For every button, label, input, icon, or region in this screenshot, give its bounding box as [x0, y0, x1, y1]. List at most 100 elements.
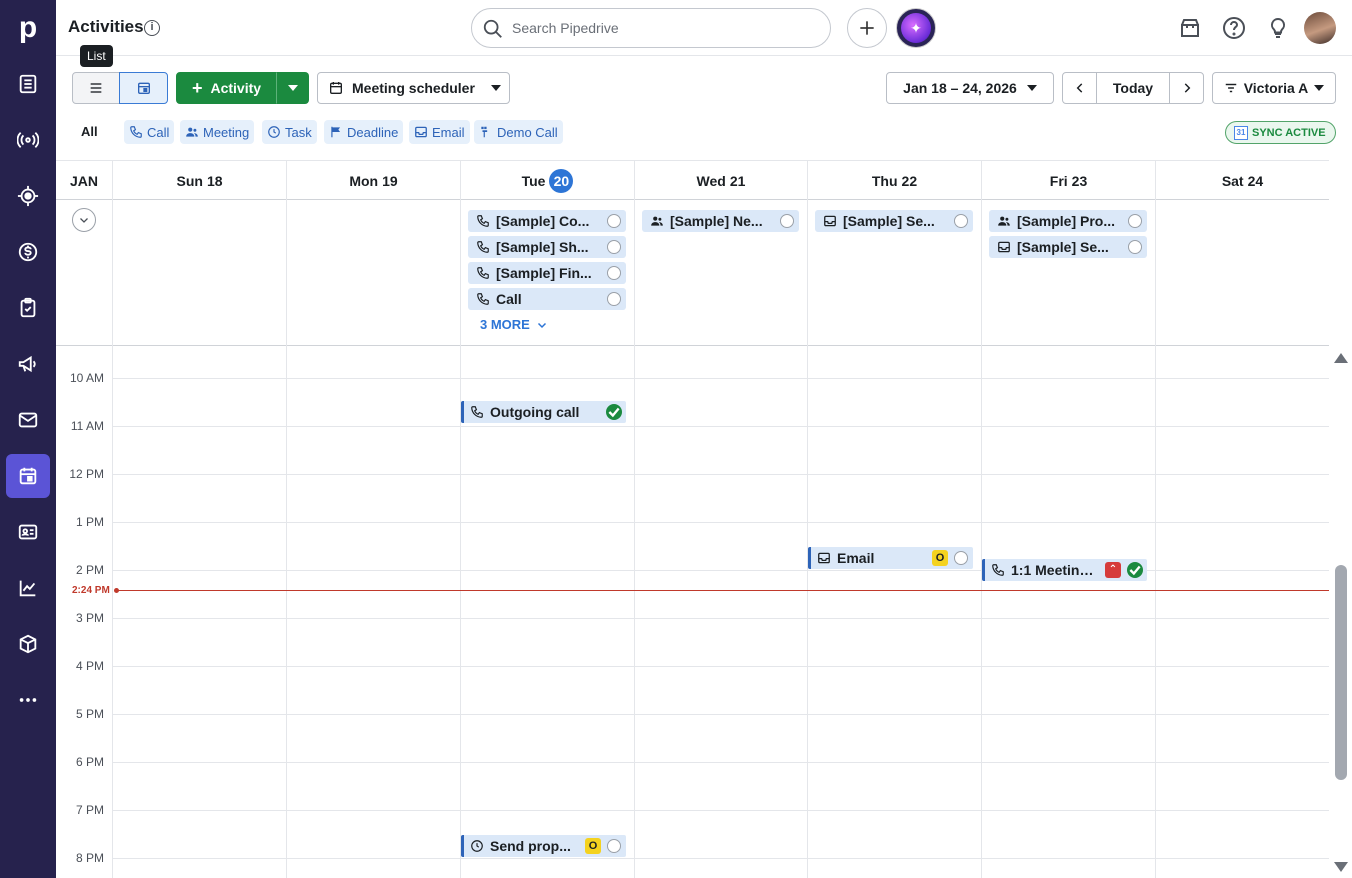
inbox-icon — [415, 126, 427, 138]
all-day-event[interactable]: [Sample] Pro... — [989, 210, 1147, 232]
mark-done-radio[interactable] — [607, 292, 621, 306]
timed-event-email[interactable]: Email O — [808, 547, 973, 569]
mark-done-radio[interactable] — [607, 839, 621, 853]
add-activity-dropdown[interactable] — [276, 72, 309, 104]
scroll-down-arrow-icon[interactable] — [1334, 862, 1348, 872]
nav-deals-target-icon[interactable] — [6, 174, 50, 218]
all-day-event[interactable]: [Sample] Se... — [989, 236, 1147, 258]
done-check-icon[interactable] — [606, 404, 622, 420]
filter-chip-label: Demo Call — [497, 124, 558, 140]
day-header-sun[interactable]: Sun 18 — [112, 161, 286, 200]
hour-label: 12 PM — [69, 467, 104, 481]
nav-leads-icon[interactable] — [6, 62, 50, 106]
mark-done-radio[interactable] — [607, 240, 621, 254]
high-priority-icon: ⌃ — [1105, 562, 1121, 578]
nav-calendar-icon[interactable] — [6, 454, 50, 498]
nav-insights-icon[interactable] — [6, 566, 50, 610]
event-title: Outgoing call — [490, 404, 580, 420]
ai-assistant-button[interactable]: ✦ — [896, 8, 936, 48]
filter-chip-call[interactable]: Call — [124, 120, 175, 144]
calendar-header: JAN Sun 18 Mon 19 Tue 20 Wed 21 Thu 22 Fri 23 … — [56, 160, 1329, 200]
previous-week-button[interactable] — [1062, 72, 1097, 104]
pipedrive-logo[interactable]: p — [0, 0, 56, 56]
all-day-event[interactable]: [Sample] Co... — [468, 210, 626, 232]
all-day-event[interactable]: [Sample] Fin... — [468, 262, 626, 284]
people-icon — [651, 216, 663, 226]
add-activity-button[interactable]: + Activity — [176, 72, 277, 104]
nav-dollar-icon[interactable] — [6, 230, 50, 274]
phone-icon — [477, 241, 489, 253]
search-input[interactable] — [512, 18, 812, 38]
column-divider — [112, 200, 113, 346]
timed-event-send-proposal[interactable]: Send prop... O — [461, 835, 626, 857]
nav-more-icon[interactable] — [6, 678, 50, 722]
user-filter-button[interactable]: Victoria A — [1212, 72, 1336, 104]
phone-icon — [477, 215, 489, 227]
day-header-sat[interactable]: Sat 24 — [1155, 161, 1329, 200]
all-day-event[interactable]: [Sample] Sh... — [468, 236, 626, 258]
filter-all[interactable]: All — [81, 124, 98, 139]
timed-event-outgoing-call[interactable]: Outgoing call — [461, 401, 626, 423]
scroll-up-arrow-icon[interactable] — [1334, 353, 1348, 363]
nav-mail-icon[interactable] — [6, 398, 50, 442]
mark-done-radio[interactable] — [607, 214, 621, 228]
day-name: Sat — [1221, 172, 1244, 189]
user-filter-label: Victoria A — [1243, 80, 1309, 96]
help-icon[interactable] — [1222, 16, 1246, 40]
event-title: Send prop... — [490, 838, 571, 854]
quick-add-button[interactable] — [847, 8, 887, 48]
marketplace-icon[interactable] — [1178, 16, 1202, 40]
date-range-picker[interactable]: Jan 18 – 24, 2026 — [886, 72, 1054, 104]
timed-event-meeting[interactable]: 1:1 Meeting... ⌃ — [982, 559, 1147, 581]
filter-chip-demo-call[interactable]: Demo Call — [474, 120, 563, 144]
list-view-button[interactable] — [72, 72, 120, 104]
search-icon — [483, 19, 502, 38]
day-header-tue[interactable]: Tue 20 — [460, 161, 634, 200]
hour-line — [112, 810, 1329, 811]
nav-broadcast-icon[interactable] — [6, 118, 50, 162]
show-more-label: 3 MORE — [480, 317, 530, 332]
lightbulb-icon[interactable] — [1266, 16, 1290, 40]
day-header-fri[interactable]: Fri 23 — [981, 161, 1155, 200]
calendar-view-button[interactable] — [119, 72, 168, 104]
next-week-button[interactable] — [1169, 72, 1204, 104]
column-divider — [981, 200, 982, 346]
calendar-icon — [330, 82, 342, 94]
done-check-icon[interactable] — [1127, 562, 1143, 578]
time-grid: 10 AM 11 AM 12 PM 1 PM 2 PM 3 PM 4 PM 5 … — [56, 346, 1329, 878]
mark-done-radio[interactable] — [1128, 240, 1142, 254]
day-header-thu[interactable]: Thu 22 — [807, 161, 981, 200]
all-day-event[interactable]: [Sample] Ne... — [642, 210, 799, 232]
meeting-scheduler-button[interactable]: Meeting scheduler — [317, 72, 510, 104]
nav-products-icon[interactable] — [6, 622, 50, 666]
user-avatar[interactable] — [1304, 12, 1336, 44]
scrollbar-thumb[interactable] — [1335, 565, 1347, 780]
info-icon[interactable]: i — [144, 20, 160, 36]
search-box[interactable] — [471, 8, 831, 48]
nav-tasks-icon[interactable] — [6, 286, 50, 330]
mark-done-radio[interactable] — [1128, 214, 1142, 228]
filter-chip-task[interactable]: Task — [262, 120, 317, 144]
current-time-label: 2:24 PM — [72, 585, 110, 596]
filter-chip-deadline[interactable]: Deadline — [324, 120, 404, 144]
mark-done-radio[interactable] — [954, 551, 968, 565]
all-day-event[interactable]: [Sample] Se... — [815, 210, 973, 232]
filter-chip-email[interactable]: Email — [409, 120, 470, 144]
event-title: [Sample] Sh... — [496, 239, 589, 255]
today-button[interactable]: Today — [1096, 72, 1170, 104]
day-header-mon[interactable]: Mon 19 — [286, 161, 460, 200]
day-header-wed[interactable]: Wed 21 — [634, 161, 807, 200]
mark-done-radio[interactable] — [780, 214, 794, 228]
date-range-label: Jan 18 – 24, 2026 — [903, 80, 1017, 96]
mark-done-radio[interactable] — [607, 266, 621, 280]
mark-done-radio[interactable] — [954, 214, 968, 228]
nav-contacts-icon[interactable] — [6, 510, 50, 554]
all-day-event[interactable]: Call — [468, 288, 626, 310]
filter-icon — [1225, 83, 1236, 93]
show-more-link[interactable]: 3 MORE — [480, 317, 548, 332]
filter-chip-meeting[interactable]: Meeting — [180, 120, 255, 144]
sync-status-badge[interactable]: 31 SYNC ACTIVE — [1225, 121, 1336, 144]
nav-megaphone-icon[interactable] — [6, 342, 50, 386]
event-title: [Sample] Se... — [1017, 239, 1109, 255]
collapse-all-day-button[interactable] — [72, 208, 96, 232]
